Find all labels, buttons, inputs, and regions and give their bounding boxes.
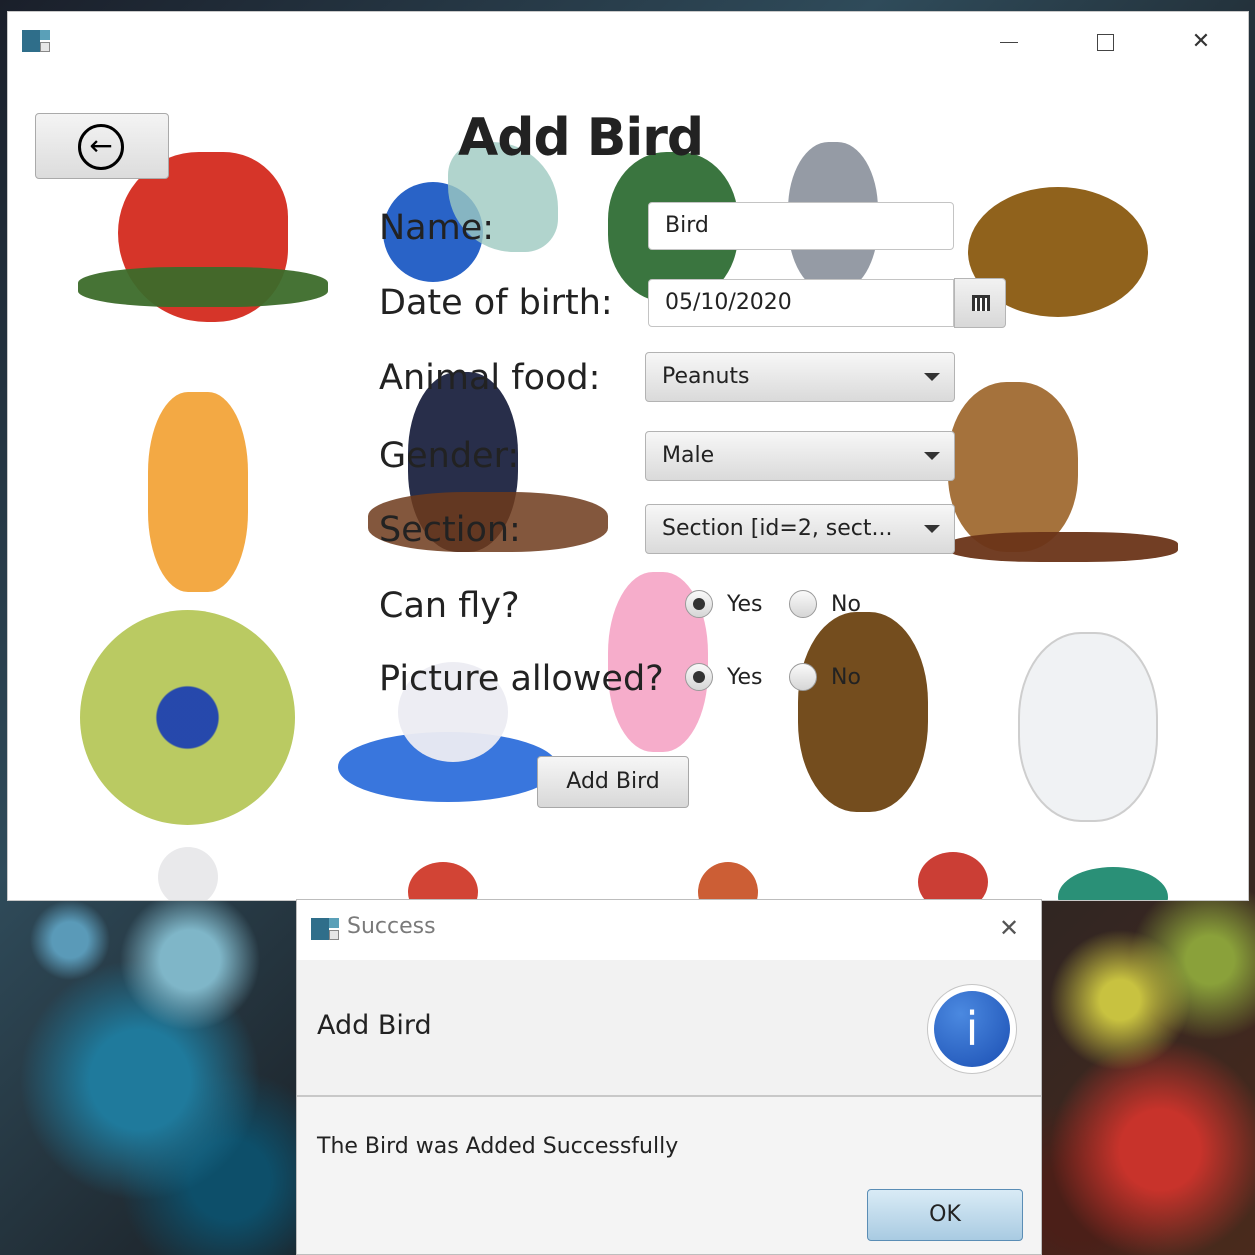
bottom-birds-illustration bbox=[158, 847, 218, 900]
dialog-message: The Bird was Added Successfully bbox=[317, 1134, 679, 1159]
name-label: Name: bbox=[379, 208, 495, 248]
can-fly-yes-radio[interactable] bbox=[685, 590, 713, 618]
branch-illustration bbox=[78, 267, 328, 307]
food-label: Animal food: bbox=[379, 358, 601, 398]
picture-yes-label: Yes bbox=[727, 665, 763, 690]
close-icon[interactable]: ✕ bbox=[1178, 22, 1224, 62]
success-dialog: Success ✕ Add Bird i The Bird was Added … bbox=[296, 899, 1042, 1255]
owl-illustration bbox=[948, 382, 1078, 552]
close-icon[interactable]: ✕ bbox=[991, 910, 1027, 946]
can-fly-label: Can fly? bbox=[379, 586, 520, 626]
title-bar: ✕ bbox=[8, 12, 1248, 70]
hoopoe-illustration bbox=[148, 392, 248, 592]
gender-select[interactable]: Male bbox=[645, 431, 955, 481]
chick-illustration bbox=[698, 862, 758, 900]
eagle-illustration bbox=[798, 612, 928, 812]
food-select[interactable]: Peanuts bbox=[645, 352, 955, 402]
app-icon bbox=[311, 918, 339, 940]
section-label: Section: bbox=[379, 510, 521, 550]
minimize-icon[interactable] bbox=[986, 22, 1032, 62]
pelican-illustration bbox=[1018, 632, 1158, 822]
rooster-illustration bbox=[918, 852, 988, 900]
dob-label: Date of birth: bbox=[379, 283, 613, 323]
gender-label: Gender: bbox=[379, 436, 520, 476]
can-fly-yes-label: Yes bbox=[727, 592, 763, 617]
dialog-title: Success bbox=[347, 914, 436, 939]
dialog-header: Add Bird bbox=[317, 1010, 432, 1041]
food-select-value: Peanuts bbox=[662, 364, 750, 389]
maximize-icon[interactable] bbox=[1082, 22, 1128, 62]
can-fly-no-label: No bbox=[831, 592, 861, 617]
picture-no-radio[interactable] bbox=[789, 663, 817, 691]
owl-branch-illustration bbox=[948, 532, 1178, 562]
picture-yes-radio[interactable] bbox=[685, 663, 713, 691]
woodpecker-illustration bbox=[408, 862, 478, 900]
section-select-value: Section [id=2, sect... bbox=[662, 516, 893, 541]
green-bird-illustration bbox=[1058, 867, 1168, 900]
app-icon bbox=[22, 30, 50, 52]
ok-button[interactable]: OK bbox=[867, 1189, 1023, 1241]
date-picker-button[interactable] bbox=[954, 278, 1006, 328]
chevron-down-icon bbox=[924, 452, 940, 460]
back-button[interactable]: ← bbox=[35, 113, 169, 179]
dialog-header-area: Add Bird i bbox=[297, 960, 1041, 1097]
chevron-down-icon bbox=[924, 373, 940, 381]
info-icon: i bbox=[928, 985, 1016, 1073]
gender-select-value: Male bbox=[662, 443, 715, 468]
dialog-title-bar: Success ✕ bbox=[297, 900, 1041, 960]
arrow-left-circle-icon: ← bbox=[78, 124, 124, 170]
peacock-illustration bbox=[80, 610, 295, 825]
main-window: ✕ ← Add Bird Name: Bird Date of birth: 0… bbox=[8, 12, 1248, 900]
add-bird-button[interactable]: Add Bird bbox=[537, 756, 689, 808]
calendar-icon bbox=[972, 295, 990, 311]
picture-allowed-label: Picture allowed? bbox=[379, 659, 664, 699]
section-select[interactable]: Section [id=2, sect... bbox=[645, 504, 955, 554]
picture-no-label: No bbox=[831, 665, 861, 690]
page-title: Add Bird bbox=[458, 108, 704, 168]
can-fly-no-radio[interactable] bbox=[789, 590, 817, 618]
name-input[interactable]: Bird bbox=[648, 202, 954, 250]
chevron-down-icon bbox=[924, 525, 940, 533]
dob-input[interactable]: 05/10/2020 bbox=[648, 279, 954, 327]
